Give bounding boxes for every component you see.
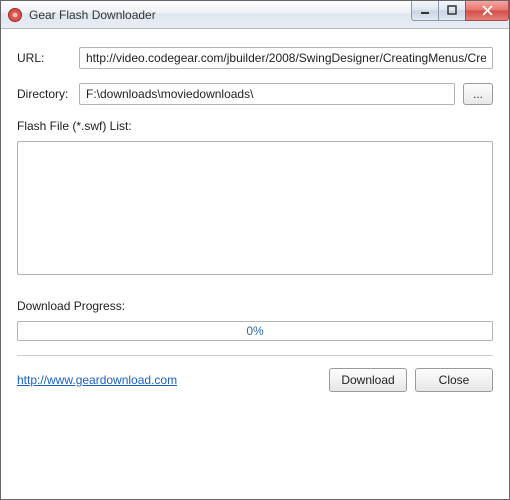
directory-row: Directory: ...: [17, 83, 493, 105]
progress-percent: 0%: [246, 324, 263, 338]
close-window-button[interactable]: [465, 1, 509, 21]
url-row: URL:: [17, 47, 493, 69]
main-panel: URL: Directory: ... Flash File (*.swf) L…: [15, 45, 495, 487]
progress-bar: 0%: [17, 321, 493, 341]
maximize-button[interactable]: [438, 1, 466, 21]
window-controls: [412, 1, 509, 21]
content-area: URL: Directory: ... Flash File (*.swf) L…: [1, 29, 509, 499]
app-icon: [7, 7, 23, 23]
homepage-link[interactable]: http://www.geardownload.com: [17, 373, 177, 387]
browse-button-label: ...: [473, 87, 483, 101]
filelist-label: Flash File (*.swf) List:: [17, 119, 493, 133]
minimize-button[interactable]: [411, 1, 439, 21]
window-title: Gear Flash Downloader: [29, 8, 412, 22]
url-label: URL:: [17, 51, 79, 65]
directory-label: Directory:: [17, 87, 79, 101]
app-window: Gear Flash Downloader URL: Directory:: [0, 0, 510, 500]
browse-button[interactable]: ...: [463, 83, 493, 105]
progress-label: Download Progress:: [17, 299, 493, 313]
url-input[interactable]: [79, 47, 493, 69]
separator: [17, 355, 493, 356]
flash-file-list[interactable]: [17, 141, 493, 275]
download-button[interactable]: Download: [329, 368, 407, 392]
close-button[interactable]: Close: [415, 368, 493, 392]
footer: http://www.geardownload.com Download Clo…: [17, 368, 493, 392]
titlebar[interactable]: Gear Flash Downloader: [1, 1, 509, 29]
directory-input[interactable]: [79, 83, 455, 105]
